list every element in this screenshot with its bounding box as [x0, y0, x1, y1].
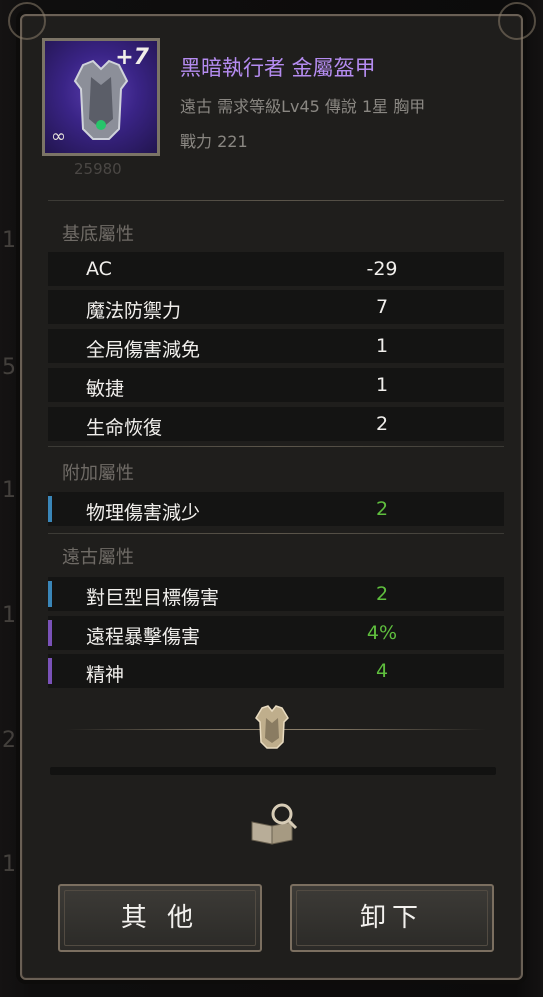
item-power: 戰力 221 — [180, 132, 248, 151]
stat-value: 2 — [375, 583, 389, 605]
stat-row: 全局傷害減免 1 — [48, 329, 504, 363]
scrollbar[interactable] — [50, 767, 496, 775]
stat-row: 精神 4 — [48, 654, 504, 688]
stat-label: AC — [86, 258, 112, 280]
stat-value: 4 — [375, 660, 389, 682]
stat-row: 生命恢復 2 — [48, 407, 504, 441]
stat-label: 魔法防禦力 — [86, 300, 182, 322]
section-title-ancient: 遠古屬性 — [62, 547, 134, 568]
stat-value: 1 — [375, 335, 389, 357]
stat-row: 敏捷 1 — [48, 368, 504, 402]
enhance-level: +7 — [115, 45, 149, 70]
button-frame — [64, 890, 256, 946]
item-icon[interactable]: +7 ∞ — [42, 38, 160, 156]
rarity-bar — [48, 620, 52, 646]
stat-label: 對巨型目標傷害 — [86, 587, 220, 609]
stat-label: 全局傷害減免 — [86, 339, 201, 361]
stat-row: AC -29 — [48, 252, 504, 286]
faded-number: 25980 — [74, 160, 122, 178]
corner-ornament — [498, 2, 536, 40]
stat-value: -29 — [366, 258, 398, 280]
section-title-extra: 附加屬性 — [62, 463, 134, 484]
item-meta: 遠古 需求等級Lv45 傳說 1星 胸甲 — [180, 97, 426, 116]
bind-icon: ∞ — [51, 126, 66, 147]
stat-value: 4% — [366, 622, 398, 644]
armor-icon — [73, 59, 129, 140]
search-book-icon[interactable] — [248, 802, 300, 846]
unequip-button[interactable]: 卸下 — [290, 884, 494, 952]
other-button[interactable]: 其 他 — [58, 884, 262, 952]
item-name: 黑暗執行者 金屬盔甲 — [180, 56, 376, 80]
stat-label: 物理傷害減少 — [86, 502, 201, 524]
stat-row: 遠程暴擊傷害 4% — [48, 616, 504, 650]
stat-value: 2 — [375, 498, 389, 520]
stat-row: 魔法防禦力 7 — [48, 290, 504, 324]
stat-value: 1 — [375, 374, 389, 396]
divider — [48, 446, 504, 447]
stat-label: 遠程暴擊傷害 — [86, 626, 201, 648]
divider — [48, 200, 504, 201]
ornament-armor-icon — [255, 705, 289, 749]
stat-label: 敏捷 — [86, 378, 125, 400]
stat-row: 物理傷害減少 2 — [48, 492, 504, 526]
section-title-base: 基底屬性 — [62, 224, 134, 245]
stat-value: 2 — [375, 413, 389, 435]
rarity-bar — [48, 658, 52, 684]
corner-ornament — [8, 2, 46, 40]
rarity-bar — [48, 581, 52, 607]
stat-row: 對巨型目標傷害 2 — [48, 577, 504, 611]
stat-label: 精神 — [86, 664, 125, 686]
button-frame — [296, 890, 488, 946]
stat-value: 7 — [375, 296, 389, 318]
stat-label: 生命恢復 — [86, 417, 163, 439]
divider — [48, 533, 504, 534]
rarity-bar — [48, 496, 52, 522]
